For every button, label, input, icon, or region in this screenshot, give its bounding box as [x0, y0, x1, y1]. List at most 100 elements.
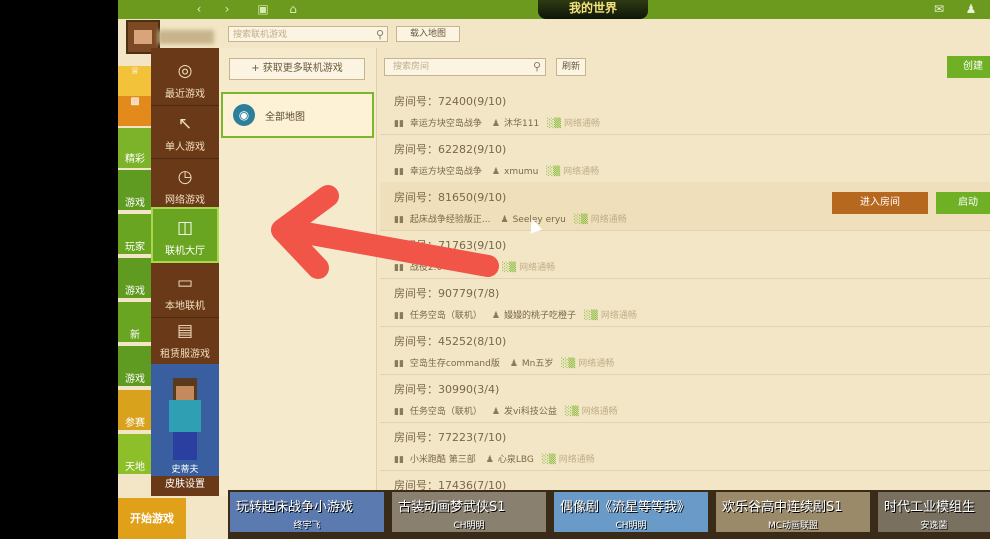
start-game-button[interactable]: 开始游戏 [118, 498, 186, 539]
room-row[interactable]: 房间号：62282(9/10) ▮▮ 幸运方块空岛战争 ♟ xmumu ░▒ 网络通畅 [380, 134, 990, 183]
room-title: 房间号：72400(9/10) [394, 95, 507, 108]
game-icon: ▮▮ [394, 263, 404, 273]
banner-tile-2[interactable]: 古装动画梦武侠S1 CH明明 [392, 492, 546, 532]
room-row[interactable]: 房间号：81650(9/10) ▮▮ 起床战争经验版正... ♟ Seeley ery… [380, 182, 990, 231]
room-row[interactable]: 房间号：71763(9/10) ▮▮ 战役2.0 ░▒ 网络通畅 [380, 230, 990, 279]
banner-title: 偶像剧《流星等等我》 [560, 500, 691, 515]
banner-tile-4[interactable]: 欢乐谷高中连续剧S1 MC动画联盟 [716, 492, 870, 532]
launch-button[interactable]: 启动 [936, 192, 990, 214]
room-row[interactable]: 房间号：30990(3/4) ▮▮ 任务空岛（联机） ♟ 发vi科技公益 ░▒ 网络通畅 [380, 374, 990, 423]
map-column: + 获取更多联机游戏 ◉ 全部地图 [219, 48, 377, 496]
room-game: 任务空岛（联机） [409, 311, 482, 321]
skin-legs [173, 432, 197, 460]
room-net: 网络通畅 [519, 263, 556, 273]
person-icon: ♟ [491, 167, 500, 177]
menu-label-local: 本地联机 [165, 301, 205, 312]
room-row[interactable]: 房间号：77223(7/10) ▮▮ 小米跑酷 第三部 ♟ 心泉LBG ░▒ 网络通畅 [380, 422, 990, 471]
enter-room-button[interactable]: 进入房间 [832, 192, 928, 214]
gamepad-icon: ◎ [177, 61, 193, 81]
room-net: 网络通畅 [600, 311, 637, 321]
room-meta: ▮▮ 战役2.0 ░▒ 网络通畅 [394, 260, 555, 273]
room-net: 网络通畅 [564, 119, 601, 129]
room-game: 幸运方块空岛战争 [409, 167, 482, 177]
menu-item-network[interactable]: ◷ 网络游戏 [151, 158, 219, 212]
side-menu: ◎ 最近游戏 ↖ 单人游戏 ◷ 网络游戏 ◫ 联机大厅 ▭ 本地联机 ▤ 租赁服… [151, 48, 219, 496]
signal-icon: ░▒ [564, 407, 579, 417]
room-net: 网络通畅 [578, 359, 615, 369]
game-icon: ▮▮ [394, 215, 404, 225]
signal-icon: ░▒ [541, 455, 556, 465]
monitor-icon: ▭ [176, 273, 194, 293]
skin-panel[interactable]: 史蒂夫 皮肤设置 [151, 364, 219, 494]
room-title: 房间号：81650(9/10) [394, 191, 507, 204]
room-row[interactable]: 房间号：90779(7/8) ▮▮ 任务空岛（联机） ♟ 嫚嫚的桃子吃橙子 ░▒ 网络通畅 [380, 278, 990, 327]
room-title: 房间号：90779(7/8) [394, 287, 500, 300]
strip-item-2[interactable]: 游戏 [118, 170, 152, 210]
house-icon[interactable]: ⌂ [282, 1, 304, 18]
room-net: 网络通畅 [558, 455, 595, 465]
strip-item-4[interactable]: 游戏 [118, 258, 152, 298]
banner-tile-3[interactable]: 偶像剧《流星等等我》 CH明明 [554, 492, 708, 532]
game-icon: ▮▮ [394, 407, 404, 417]
search-icon[interactable]: ⚲ [376, 27, 384, 43]
room-net: 网络通畅 [590, 215, 627, 225]
menu-item-lobby[interactable]: ◫ 联机大厅 [151, 207, 219, 263]
menu-label-rental: 租赁服游戏 [160, 349, 210, 360]
game-search-input[interactable]: 搜索联机游戏 ⚲ [228, 26, 388, 42]
skin-name: 史蒂夫 [171, 465, 199, 475]
room-search-input[interactable]: 搜索房间 ⚲ [384, 58, 546, 76]
game-icon: ▮▮ [394, 455, 404, 465]
menu-item-rental[interactable]: ▤ 租赁服游戏 [151, 312, 219, 366]
user-icon[interactable]: ♟ [960, 0, 982, 18]
strip-item-3[interactable]: 玩家 [118, 214, 152, 254]
room-game: 战役2.0 [409, 263, 443, 273]
search-icon[interactable]: ⚲ [533, 59, 541, 75]
room-row[interactable]: 房间号：45252(8/10) ▮▮ 空岛生存command版 ♟ Mn五岁 ░▒ 网络通… [380, 326, 990, 375]
room-net: 网络通畅 [581, 407, 618, 417]
create-room-button[interactable]: 创建 [947, 56, 990, 78]
forward-icon[interactable]: › [216, 1, 238, 18]
strip-item-1[interactable]: 精彩 [118, 128, 152, 168]
strip-item-6[interactable]: 游戏 [118, 346, 152, 386]
banner-sub: MC动画联盟 [767, 521, 819, 531]
room-meta: ▮▮ 幸运方块空岛战争 ♟ xmumu ░▒ 网络通畅 [394, 164, 599, 177]
skin-settings-button[interactable]: 皮肤设置 [151, 476, 219, 494]
room-owner: 沐华111 [504, 119, 540, 129]
room-title: 房间号：45252(8/10) [394, 335, 507, 348]
mail-icon[interactable]: ✉ [928, 0, 950, 18]
skin-torso [169, 400, 201, 432]
load-map-button[interactable]: 载入地图 [396, 26, 460, 42]
banner-tile-5[interactable]: 时代工业模组生 安逸菌 [878, 492, 990, 532]
room-meta: ▮▮ 空岛生存command版 ♟ Mn五岁 ░▒ 网络通畅 [394, 356, 614, 369]
crown-icon[interactable]: ♕ [118, 66, 152, 96]
room-owner: 发vi科技公益 [504, 407, 557, 417]
room-title: 房间号：77223(7/10) [394, 431, 507, 444]
room-row[interactable]: 房间号：72400(9/10) ▮▮ 幸运方块空岛战争 ♟ 沐华111 ░▒ 网络通畅 [380, 86, 990, 135]
person-icon: ♟ [500, 215, 509, 225]
strip-item-7[interactable]: 参赛 [118, 390, 152, 430]
all-maps-item[interactable]: ◉ 全部地图 [221, 92, 374, 138]
strip-item-8[interactable]: 天地 [118, 434, 152, 474]
game-icon: ▮▮ [394, 119, 404, 129]
menu-item-single[interactable]: ↖ 单人游戏 [151, 105, 219, 159]
menu-item-local[interactable]: ▭ 本地联机 [151, 264, 219, 318]
app-window: ‹ › ▣ ⌂ 我的世界 ✉ ♟ ♕ ▩ 精彩 游戏 玩家 游戏 新 游戏 参赛… [118, 0, 990, 539]
game-search-placeholder: 搜索联机游戏 [233, 30, 288, 40]
room-search-placeholder: 搜索房间 [393, 62, 430, 72]
room-meta: ▮▮ 小米跑酷 第三部 ♟ 心泉LBG ░▒ 网络通畅 [394, 452, 595, 465]
strip-item-5[interactable]: 新 [118, 302, 152, 342]
banner-sub: 终宇飞 [293, 521, 321, 531]
menu-label-recent: 最近游戏 [165, 89, 205, 100]
room-list: 房间号：72400(9/10) ▮▮ 幸运方块空岛战争 ♟ 沐华111 ░▒ 网络通畅 房… [380, 86, 990, 494]
menu-item-recent[interactable]: ◎ 最近游戏 [151, 52, 219, 106]
banner-tile-1[interactable]: 玩转起床战争小游戏 终宇飞 [230, 492, 384, 532]
banner-title: 欢乐谷高中连续剧S1 [722, 500, 843, 515]
home-icon[interactable]: ▣ [252, 1, 274, 18]
network-icon: ◷ [177, 167, 193, 187]
banner-title: 古装动画梦武侠S1 [398, 500, 506, 515]
gift-icon[interactable]: ▩ [118, 96, 152, 126]
refresh-button[interactable]: 刷新 [556, 58, 586, 76]
get-more-games-button[interactable]: + 获取更多联机游戏 [229, 58, 365, 80]
banner-title: 时代工业模组生 [884, 500, 976, 515]
back-icon[interactable]: ‹ [188, 1, 210, 18]
